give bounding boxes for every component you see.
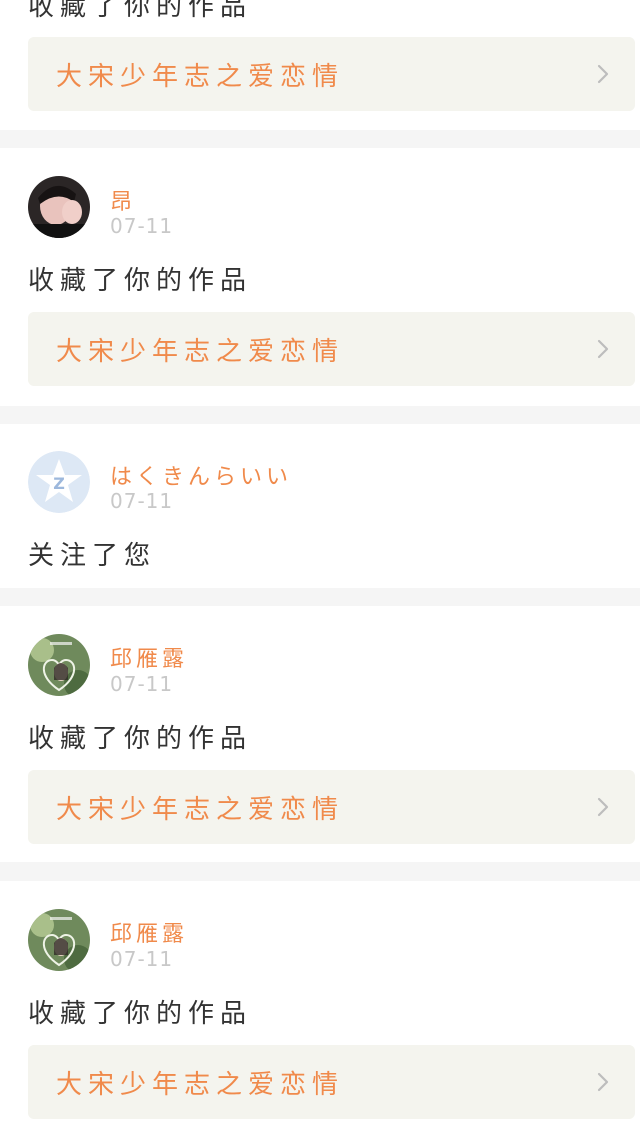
post-date: 07-11 [110,214,174,238]
photo-avatar-green [28,909,90,971]
chevron-right-icon [597,797,609,817]
work-link[interactable]: 大宋少年志之爱恋情 [28,1045,635,1119]
user-avatar[interactable]: Z [28,451,90,513]
post-date: 07-11 [110,947,174,971]
work-title: 大宋少年志之爱恋情 [56,62,345,92]
user-avatar[interactable] [28,176,90,238]
notification-feed: 收藏了你的作品 大宋少年志之爱恋情 昂 07-11 收藏了你的作品 大宋少年志之… [0,0,640,1139]
photo-avatar-dark [28,176,90,238]
post-date: 07-11 [110,489,174,513]
work-link[interactable]: 大宋少年志之爱恋情 [28,770,635,844]
chevron-right-icon [597,64,609,84]
action-text: 收藏了你的作品 [28,999,253,1029]
user-name[interactable]: 邱雁露 [110,641,188,673]
action-text: 收藏了你的作品 [28,266,253,296]
user-name[interactable]: はくきんらいい [110,459,292,491]
photo-avatar-green [28,634,90,696]
work-title: 大宋少年志之爱恋情 [56,337,345,367]
action-text: 收藏了你的作品 [28,724,253,754]
action-text: 关注了您 [28,541,157,571]
notification-card: 邱雁露 07-11 收藏了你的作品 大宋少年志之爱恋情 [0,881,640,1139]
work-link[interactable]: 大宋少年志之爱恋情 [28,37,635,111]
chevron-right-icon [597,1072,609,1092]
user-avatar[interactable] [28,909,90,971]
notification-card: 收藏了你的作品 大宋少年志之爱恋情 [0,0,640,130]
work-title: 大宋少年志之爱恋情 [56,795,345,825]
post-date: 07-11 [110,672,174,696]
chevron-right-icon [597,339,609,359]
svg-text:Z: Z [53,474,65,493]
user-avatar[interactable] [28,634,90,696]
notification-card: 昂 07-11 收藏了你的作品 大宋少年志之爱恋情 [0,148,640,406]
action-text: 收藏了你的作品 [28,0,253,22]
notification-card: Z はくきんらいい 07-11 关注了您 [0,424,640,588]
work-link[interactable]: 大宋少年志之爱恋情 [28,312,635,386]
default-qq-star-avatar: Z [28,451,90,513]
work-title: 大宋少年志之爱恋情 [56,1070,345,1100]
user-name[interactable]: 昂 [110,184,136,216]
user-name[interactable]: 邱雁露 [110,916,188,948]
notification-card: 邱雁露 07-11 收藏了你的作品 大宋少年志之爱恋情 [0,606,640,862]
